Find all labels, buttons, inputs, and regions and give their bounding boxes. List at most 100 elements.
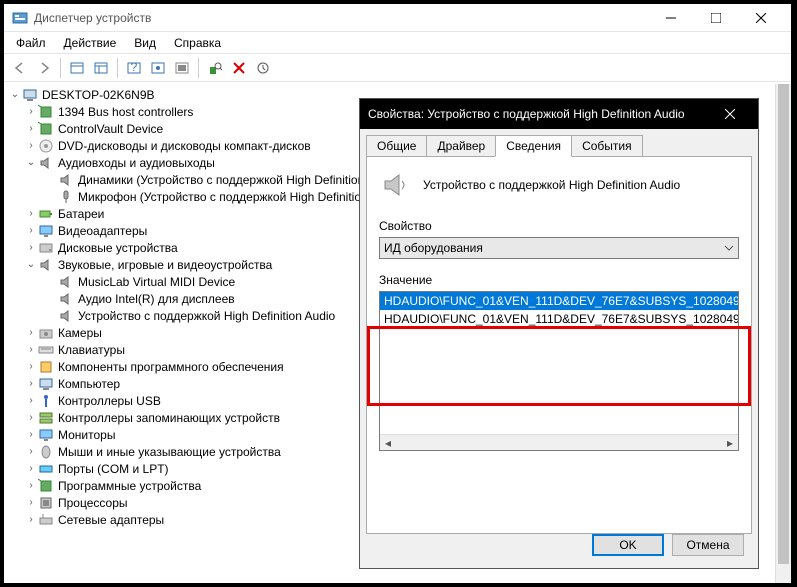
- expand-icon[interactable]: ›: [24, 225, 38, 236]
- back-button[interactable]: [9, 57, 31, 79]
- tree-item-label: ControlVault Device: [58, 122, 163, 136]
- collapse-icon[interactable]: ⌄: [24, 259, 38, 270]
- maximize-button[interactable]: [693, 4, 738, 32]
- tool-icon-2[interactable]: [90, 57, 112, 79]
- chip-icon: [38, 478, 54, 494]
- expand-icon[interactable]: ›: [24, 378, 38, 389]
- toolbar-separator: [198, 58, 199, 78]
- dialog-close-button[interactable]: [710, 100, 750, 128]
- tab-events[interactable]: События: [571, 135, 643, 156]
- vertical-scrollbar[interactable]: [775, 84, 791, 583]
- tree-item-label: Мыши и иные указывающие устройства: [58, 445, 281, 459]
- expand-icon[interactable]: ›: [24, 140, 38, 151]
- uninstall-icon[interactable]: [228, 57, 250, 79]
- horizontal-scrollbar[interactable]: ◂ ▸: [380, 434, 738, 450]
- tree-item-label: DVD-дисководы и дисководы компакт-дисков: [58, 139, 311, 153]
- drive-icon: [38, 240, 54, 256]
- tree-item-label: Клавиатуры: [58, 343, 125, 357]
- tool-icon-4[interactable]: [171, 57, 193, 79]
- menu-view[interactable]: Вид: [126, 34, 164, 52]
- cpu-icon: [38, 495, 54, 511]
- tree-item-label: Звуковые, игровые и видеоустройства: [58, 258, 272, 272]
- help-icon[interactable]: ?: [123, 57, 145, 79]
- dialog-titlebar: Свойства: Устройство с поддержкой High D…: [360, 99, 758, 129]
- expand-icon[interactable]: ›: [24, 429, 38, 440]
- expand-icon[interactable]: ›: [24, 123, 38, 134]
- close-button[interactable]: [738, 4, 783, 32]
- speaker-icon: [58, 172, 74, 188]
- menu-file[interactable]: Файл: [8, 34, 54, 52]
- scrollbar-thumb[interactable]: [778, 84, 789, 564]
- svg-text:?: ?: [131, 61, 138, 74]
- expand-icon[interactable]: ›: [24, 446, 38, 457]
- tab-details[interactable]: Сведения: [495, 135, 572, 157]
- mic-icon: [58, 189, 74, 205]
- tree-item-label: Микрофон (Устройство с поддержкой High D…: [78, 190, 405, 204]
- expand-icon[interactable]: ›: [24, 327, 38, 338]
- menubar: Файл Действие Вид Справка: [4, 32, 791, 54]
- scan-hardware-icon[interactable]: [204, 57, 226, 79]
- expand-icon[interactable]: ›: [24, 344, 38, 355]
- minimize-button[interactable]: [648, 4, 693, 32]
- scroll-left-icon[interactable]: ◂: [380, 435, 396, 451]
- expand-icon[interactable]: ›: [24, 361, 38, 372]
- collapse-icon[interactable]: ⌄: [24, 157, 38, 168]
- tree-item-label: Порты (COM и LPT): [58, 462, 169, 476]
- chevron-down-icon: [724, 243, 734, 253]
- tree-item-label: Компоненты программного обеспечения: [58, 360, 284, 374]
- scroll-right-icon[interactable]: ▸: [722, 435, 738, 451]
- expand-icon[interactable]: ›: [24, 395, 38, 406]
- expand-icon[interactable]: ⌄: [8, 89, 22, 100]
- menu-help[interactable]: Справка: [166, 34, 229, 52]
- tree-item-label: 1394 Bus host controllers: [58, 105, 193, 119]
- speaker-icon: [38, 155, 54, 171]
- speaker-icon: [379, 169, 411, 201]
- monitor-icon: [38, 427, 54, 443]
- tree-item-label: Программные устройства: [58, 479, 201, 493]
- camera-icon: [38, 325, 54, 341]
- computer-icon: [22, 87, 38, 103]
- tab-strip: Общие Драйвер Сведения События: [360, 129, 758, 156]
- expand-icon[interactable]: ›: [24, 208, 38, 219]
- cancel-button[interactable]: Отмена: [672, 534, 744, 556]
- tab-panel-details: Устройство с поддержкой High Definition …: [366, 156, 752, 534]
- tree-item-label: Аудио Intel(R) для дисплеев: [78, 292, 235, 306]
- tree-item-label: Устройство с поддержкой High Definition …: [78, 309, 335, 323]
- property-selected-value: ИД оборудования: [384, 241, 483, 255]
- expand-icon[interactable]: ›: [24, 412, 38, 423]
- list-item[interactable]: HDAUDIO\FUNC_01&VEN_111D&DEV_76E7&SUBSYS…: [380, 310, 738, 328]
- speaker-icon: [38, 257, 54, 273]
- expand-icon[interactable]: ›: [24, 514, 38, 525]
- forward-button[interactable]: [33, 57, 55, 79]
- computer-icon: [38, 376, 54, 392]
- tree-item-label: Сетевые адаптеры: [58, 513, 164, 527]
- tab-driver[interactable]: Драйвер: [426, 135, 496, 156]
- device-name-label: Устройство с поддержкой High Definition …: [423, 178, 680, 192]
- tab-general[interactable]: Общие: [366, 135, 427, 156]
- expand-icon[interactable]: ›: [24, 497, 38, 508]
- chip-icon: [38, 121, 54, 137]
- chip-icon: [38, 104, 54, 120]
- mouse-icon: [38, 444, 54, 460]
- tool-icon-1[interactable]: [66, 57, 88, 79]
- expand-icon[interactable]: ›: [24, 463, 38, 474]
- ok-button[interactable]: OK: [592, 534, 664, 556]
- property-combobox[interactable]: ИД оборудования: [379, 237, 739, 259]
- property-section-label: Свойство: [379, 219, 739, 233]
- value-section-label: Значение: [379, 273, 739, 287]
- dialog-title: Свойства: Устройство с поддержкой High D…: [368, 107, 710, 121]
- update-driver-icon[interactable]: [252, 57, 274, 79]
- disc-icon: [38, 138, 54, 154]
- tool-icon-3[interactable]: [147, 57, 169, 79]
- expand-icon[interactable]: ›: [24, 242, 38, 253]
- expand-icon[interactable]: ›: [24, 480, 38, 491]
- tree-item-label: Дисковые устройства: [58, 241, 178, 255]
- tree-item-label: Контроллеры запоминающих устройств: [58, 411, 280, 425]
- menu-action[interactable]: Действие: [56, 34, 125, 52]
- list-item[interactable]: HDAUDIO\FUNC_01&VEN_111D&DEV_76E7&SUBSYS…: [380, 292, 738, 310]
- value-listbox[interactable]: HDAUDIO\FUNC_01&VEN_111D&DEV_76E7&SUBSYS…: [379, 291, 739, 451]
- tree-root-label: DESKTOP-02K6N9B: [42, 88, 155, 102]
- network-icon: [38, 512, 54, 528]
- expand-icon[interactable]: ›: [24, 106, 38, 117]
- usb-icon: [38, 393, 54, 409]
